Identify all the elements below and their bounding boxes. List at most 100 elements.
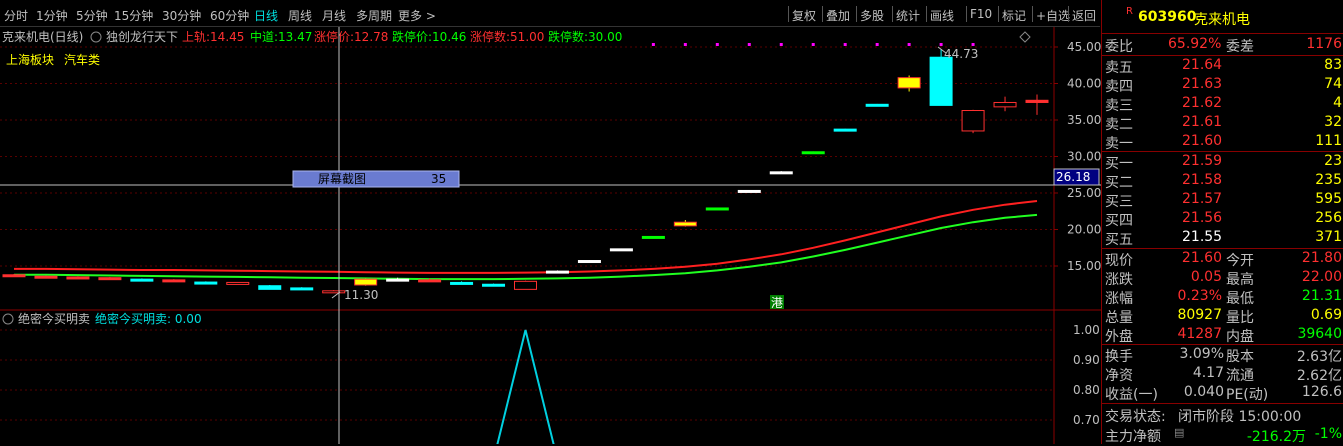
- quote-divider: [1102, 403, 1343, 404]
- candle-body[interactable]: [705, 207, 729, 211]
- settings-icon[interactable]: [90, 31, 102, 43]
- stat-value: 41287: [1177, 326, 1222, 342]
- candle-body[interactable]: [354, 278, 378, 286]
- stat-label2: 内盘: [1226, 329, 1254, 345]
- candle-body[interactable]: [961, 110, 985, 132]
- candle-body[interactable]: [34, 275, 58, 279]
- candle-body[interactable]: [66, 276, 90, 280]
- quote-row: 外盘 41287 内盘 39640: [1102, 325, 1343, 345]
- indicator-item: 中道:13.47: [250, 29, 312, 44]
- sub-series-line: [496, 329, 555, 444]
- high-label: 44.73: [944, 47, 978, 61]
- candle-body[interactable]: [897, 77, 921, 89]
- indicator-item: 跌停价:10.46: [392, 29, 466, 44]
- quote-row: 涨跌 0.05 最高 22.00: [1102, 268, 1343, 288]
- candle-body[interactable]: [545, 270, 569, 274]
- signal-dot: [715, 43, 719, 46]
- bid-vol: 595: [1315, 191, 1342, 207]
- stat-value: 0.23%: [1177, 288, 1222, 304]
- y-tick-label: 45.00: [1067, 40, 1101, 54]
- fund-label: 换手: [1105, 349, 1133, 365]
- candle-body[interactable]: [641, 235, 665, 239]
- candle-body[interactable]: [514, 280, 537, 290]
- bid-label: 买一: [1105, 156, 1133, 172]
- candle-body[interactable]: [769, 171, 793, 175]
- y-tick-label: 25.00: [1067, 186, 1101, 200]
- status-label: 交易状态:: [1105, 409, 1166, 425]
- candle-body[interactable]: [258, 285, 282, 290]
- candle-body[interactable]: [482, 283, 506, 287]
- signal-dot: [939, 43, 943, 46]
- candle-body[interactable]: [194, 281, 218, 285]
- stat-label2: 最低: [1226, 291, 1254, 307]
- candle-body[interactable]: [577, 260, 601, 264]
- stat-value2: 0.69: [1310, 307, 1342, 323]
- weibi-value: 65.92%: [1168, 36, 1222, 52]
- stat-value2: 39640: [1297, 326, 1342, 342]
- bid-price: 21.55: [1182, 229, 1223, 245]
- candle-body[interactable]: [130, 278, 154, 282]
- kline-chart[interactable]: 45.00 40.00 35.00 30.00 25.00 20.00 15.00 克来机电(…: [0, 0, 1101, 444]
- candle-body[interactable]: [450, 281, 474, 285]
- quote-panel: R 603960 克来机电 委比 65.92% 委差 1176 卖五 21.64 83 卖四 2…: [1101, 0, 1343, 445]
- candle-body[interactable]: [290, 287, 314, 291]
- candle-body[interactable]: [865, 103, 889, 107]
- quote-row: 现价 21.60 今开 21.80: [1102, 249, 1343, 269]
- weibi-label: 委比: [1105, 39, 1133, 55]
- quote-row: 主力净额 ▤ -216.2万 -1%: [1102, 425, 1343, 445]
- indicator-item: 涨停价:12.78: [314, 29, 388, 44]
- quote-row: 买五 21.55 371: [1102, 228, 1343, 248]
- crosshair-price: 26.18: [1056, 170, 1090, 184]
- sector-label[interactable]: 汽车类: [64, 52, 100, 67]
- quote-row: 收益(一) 0.040 PE(动) 126.6: [1102, 383, 1343, 403]
- sub-title: 绝密今买明卖: [18, 311, 90, 326]
- ask-vol: 111: [1315, 133, 1342, 149]
- stock-title: 克来机电(日线): [2, 30, 83, 44]
- ask-price: 21.60: [1182, 133, 1223, 149]
- flow-icon[interactable]: ▤: [1174, 426, 1184, 439]
- flow-value: -216.2万: [1246, 429, 1306, 445]
- candle-body[interactable]: [993, 101, 1017, 108]
- candle-body[interactable]: [418, 279, 442, 283]
- diamond-icon[interactable]: [1019, 31, 1031, 43]
- bid-price: 21.57: [1182, 191, 1223, 207]
- signal-dot: [651, 43, 655, 46]
- candle-body[interactable]: [737, 189, 761, 193]
- ask-price: 21.64: [1182, 57, 1223, 73]
- candle-body[interactable]: [609, 248, 633, 252]
- candle-body[interactable]: [98, 277, 122, 281]
- candle-body[interactable]: [322, 290, 346, 294]
- stat-label: 总量: [1105, 310, 1133, 326]
- screenshot-label: 屏幕截图: [318, 172, 366, 186]
- candle-body[interactable]: [2, 274, 26, 278]
- signal-dot: [811, 43, 815, 46]
- candle-body[interactable]: [833, 128, 857, 132]
- quote-row: 涨幅 0.23% 最低 21.31: [1102, 287, 1343, 307]
- sub-tick-label: 1.00: [1073, 323, 1100, 337]
- candle-body[interactable]: [1025, 99, 1049, 103]
- quote-row: 买三 21.57 595: [1102, 190, 1343, 210]
- fund-label: 净资: [1105, 368, 1133, 384]
- candle-body[interactable]: [673, 221, 697, 227]
- quote-row: 委比 65.92% 委差 1176: [1102, 35, 1343, 55]
- candle-body[interactable]: [386, 278, 410, 282]
- indicator-item: 涨停数:51.00: [470, 29, 544, 44]
- hk-badge: 港: [771, 296, 783, 310]
- signal-dot: [683, 43, 687, 46]
- stat-label2: 今开: [1226, 253, 1254, 269]
- candle-body[interactable]: [929, 56, 953, 106]
- y-tick-label: 35.00: [1067, 113, 1101, 127]
- sub-settings-icon[interactable]: [2, 313, 14, 325]
- candle-body[interactable]: [226, 281, 250, 285]
- candle-body[interactable]: [162, 279, 186, 283]
- r-badge: R: [1126, 6, 1133, 17]
- signal-dot: [747, 43, 751, 46]
- signal-dot: [843, 43, 847, 46]
- stat-value: 0.05: [1190, 269, 1222, 285]
- sub-tick-label: 0.70: [1073, 413, 1100, 427]
- ask-price: 21.61: [1182, 114, 1223, 130]
- stat-value2: 21.80: [1301, 250, 1342, 266]
- candle-body[interactable]: [801, 151, 825, 155]
- stat-label2: 最高: [1226, 272, 1254, 288]
- sector-label[interactable]: 上海板块: [6, 52, 54, 67]
